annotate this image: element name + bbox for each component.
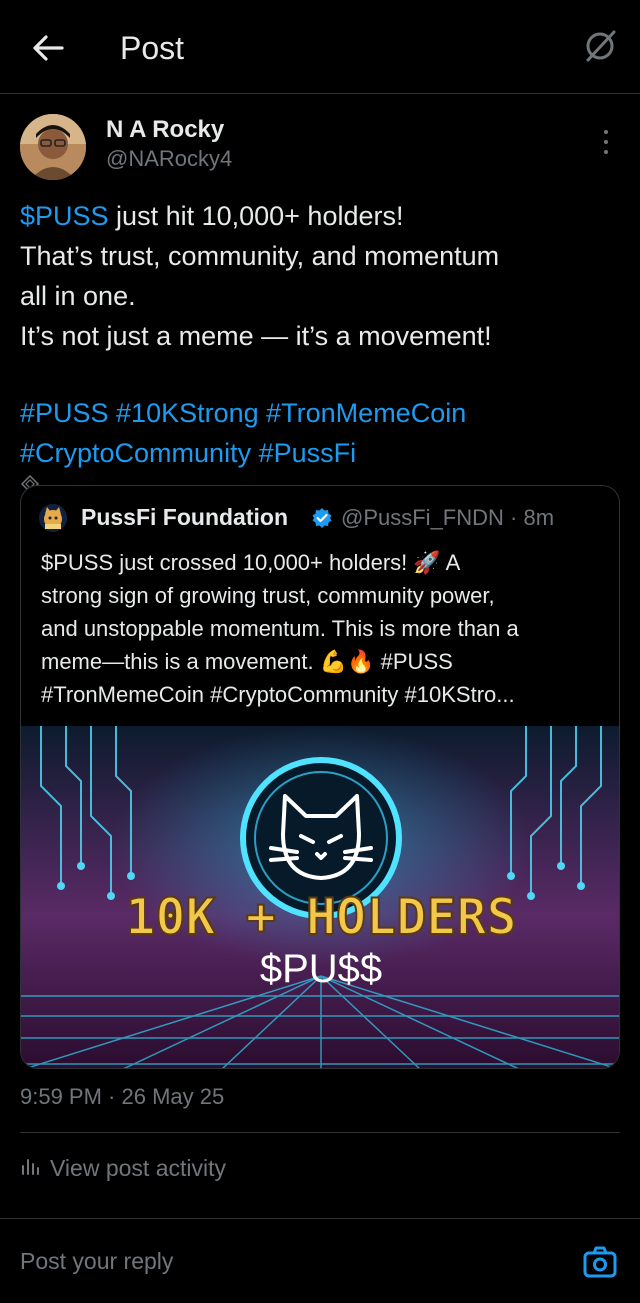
divider xyxy=(20,1132,620,1133)
author-name[interactable]: N A Rocky xyxy=(106,116,224,144)
media-headline-text: 10K + HOLDERS xyxy=(125,888,516,946)
media-ticker-text: $PU$$ xyxy=(260,947,382,991)
post-text-line: That’s trust, community, and momentum xyxy=(20,241,500,271)
quoted-text-line: strong sign of growing trust, community … xyxy=(41,583,495,608)
quoted-author-name: PussFi Foundation xyxy=(81,504,288,530)
hashtags: #PUSS #10KStrong #TronMemeCoin #CryptoCo… xyxy=(20,393,624,473)
camera-icon[interactable] xyxy=(582,1244,618,1280)
post-text-line: It’s not just a meme — it’s a movement! xyxy=(20,321,492,351)
avatar[interactable] xyxy=(20,114,86,180)
quoted-text-line: $PUSS just crossed 10,000+ holders! 🚀 A xyxy=(41,550,461,575)
top-bar: Post xyxy=(0,0,640,94)
post-text-line: just hit 10,000+ holders! xyxy=(108,201,404,231)
quoted-text-line: #TronMemeCoin #CryptoCommunity #10KStro.… xyxy=(41,682,515,707)
activity-label: View post activity xyxy=(50,1155,226,1181)
post-text: $PUSS just hit 10,000+ holders! That’s t… xyxy=(20,196,624,356)
hashtag-link[interactable]: #CryptoCommunity #PussFi xyxy=(20,433,624,473)
quoted-post[interactable]: PussFi Foundation @PussFi_FNDN · 8m $PUS… xyxy=(20,485,620,1069)
quoted-avatar xyxy=(39,504,67,532)
bar-chart-icon xyxy=(20,1155,40,1182)
quoted-media-image[interactable]: 10K + HOLDERS $PU$$ xyxy=(21,726,619,1068)
back-arrow-icon[interactable] xyxy=(28,28,68,68)
reply-input[interactable]: Post your reply xyxy=(20,1248,173,1275)
more-vertical-icon[interactable] xyxy=(594,126,618,158)
quoted-text-line: meme—this is a movement. 💪🔥 #PUSS xyxy=(41,649,453,674)
view-post-activity-button[interactable]: View post activity xyxy=(20,1155,226,1182)
post-text-line: all in one. xyxy=(20,281,136,311)
verified-badge-icon xyxy=(311,507,333,529)
divider xyxy=(0,1218,640,1219)
hashtag-link[interactable]: #PUSS #10KStrong #TronMemeCoin xyxy=(20,393,624,433)
author-handle[interactable]: @NARocky4 xyxy=(106,146,232,172)
quoted-text-line: and unstoppable momentum. This is more t… xyxy=(41,616,519,641)
quoted-handle-time: @PussFi_FNDN · 8m xyxy=(341,505,555,530)
quoted-text: $PUSS just crossed 10,000+ holders! 🚀 A … xyxy=(41,546,611,711)
post-timestamp[interactable]: 9:59 PM · 26 May 25 xyxy=(20,1084,224,1110)
grok-icon[interactable] xyxy=(580,26,620,66)
cashtag-link[interactable]: $PUSS xyxy=(20,201,109,231)
page-title: Post xyxy=(120,30,185,66)
